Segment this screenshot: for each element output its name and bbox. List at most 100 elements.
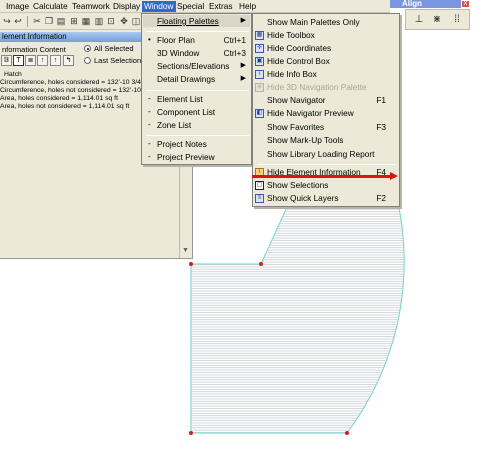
menu-item-label: Project Preview [157,152,215,162]
zoom-fit-icon[interactable]: ⊞ [68,15,80,27]
menu-image[interactable]: Image [4,1,31,12]
shortcut-label: F1 [376,95,386,105]
menu-item-element-list[interactable]: - Element List [143,93,250,105]
menu-display[interactable]: Display [111,1,142,12]
menu-item-detail-drawings[interactable]: Detail Drawings ▶ [143,73,250,85]
menu-item-component-list[interactable]: - Component List [143,106,250,118]
radio-off-icon [84,57,91,64]
menu-item-label: Show Navigator [267,95,326,105]
close-icon[interactable]: x [461,0,470,8]
menu-separator [146,135,249,136]
menu-item-label: Show Favorites [267,122,325,132]
menu-item-zone-list[interactable]: - Zone List [143,119,250,131]
menu-separator [146,90,249,91]
menu-special[interactable]: Special [175,1,206,12]
info-button-1[interactable]: 𝔹 [1,55,12,66]
menu-item-3d-window[interactable]: 3D Window Ctrl+3 [143,47,250,59]
node-point[interactable] [259,262,263,266]
align-distribute-icon[interactable]: ⋇ [430,12,444,28]
control-box-icon: ▣ [255,57,264,66]
menu-item-hide-control-box[interactable]: ▣ Hide Control Box [254,55,398,68]
info-button-4[interactable]: ↑ [37,55,48,66]
undo-icon[interactable]: ↩ [12,15,24,27]
menu-item-label: Show Mark-Up Tools [267,135,344,145]
dash-icon: - [148,107,151,116]
standard-toolbar: ↪ ↩ ✂ ❐ ▤ ⊞ ▦ ▥ ⊡ ✥ ◫ [0,13,145,30]
info-button-2[interactable]: T [13,55,24,66]
paste-icon[interactable]: ▤ [55,15,67,27]
zoom-icon[interactable]: ⊡ [105,15,117,27]
node-point[interactable] [189,262,193,266]
menu-item-hide-navigator-preview[interactable]: ◧ Hide Navigator Preview [254,107,398,120]
info-line: Hatch [4,71,22,78]
dash-icon: - [148,94,151,103]
menu-item-show-markup-tools[interactable]: Show Mark-Up Tools [254,134,398,147]
scroll-down-icon[interactable]: ▼ [182,247,189,254]
info-button-3[interactable]: ≣ [25,55,36,66]
pan-icon[interactable]: ✥ [118,15,130,27]
menu-item-show-main-palettes[interactable]: Show Main Palettes Only [254,16,398,29]
align-toolbar: ⊥ ⋇ ⁞⁞ [405,9,470,30]
toolbar-separator [27,16,28,27]
align-grid-icon[interactable]: ⁞⁞ [450,12,464,28]
radio-all-selected[interactable]: All Selected [84,44,134,53]
menu-item-show-favorites[interactable]: Show Favorites F3 [254,121,398,134]
node-point[interactable] [345,431,349,435]
menu-item-project-notes[interactable]: - Project Notes [143,138,250,150]
align-bottom-icon[interactable]: ⊥ [412,12,426,28]
menu-item-hide-toolbox[interactable]: ▦ Hide Toolbox [254,29,398,42]
menu-teamwork[interactable]: Teamwork [70,1,112,12]
menu-item-label: Hide Toolbox [267,30,315,40]
3d-navigation-icon: ◈ [255,83,264,92]
shortcut-label: Ctrl+1 [223,35,246,45]
menu-item-floating-palettes[interactable]: Floating Palettes ▶ [143,15,250,27]
table-icon[interactable]: ▦ [80,15,92,27]
menu-item-hide-info-box[interactable]: i Hide Info Box [254,68,398,81]
menu-window[interactable]: Window [142,1,176,12]
menu-item-label: Show Main Palettes Only [267,17,360,27]
annotation-underline [252,175,395,178]
menu-item-label: Element List [157,94,203,104]
coordinates-icon: ✛ [255,44,264,53]
info-line: Circumference, holes considered = 132'-1… [0,79,144,86]
menu-item-label: Component List [157,107,216,117]
radio-on-icon [84,45,91,52]
menu-item-label: Zone List [157,120,192,130]
info-button-5[interactable]: ↑ [50,55,61,66]
menu-item-label: Show Library Loading Report [267,149,375,159]
menu-item-show-selections[interactable]: ▢ Show Selections [254,179,398,192]
info-button-6[interactable]: ↰ [63,55,74,66]
menu-item-sections-elevations[interactable]: Sections/Elevations ▶ [143,60,250,72]
dash-icon: - [148,139,151,148]
radio-last-label: Last Selection [94,56,142,65]
shortcut-label: Ctrl+3 [223,48,246,58]
selections-icon: ▢ [255,181,264,190]
window-menu-dropdown: Floating Palettes ▶ • Floor Plan Ctrl+1 … [141,13,252,165]
menu-item-label: Project Notes [157,139,207,149]
menu-separator [146,31,249,32]
menu-calculate[interactable]: Calculate [31,1,70,12]
menu-item-floor-plan[interactable]: • Floor Plan Ctrl+1 [143,34,250,46]
radio-last-selection[interactable]: Last Selection [84,56,141,65]
menu-item-label: Floating Palettes [157,16,219,26]
menu-item-show-library-report[interactable]: Show Library Loading Report [254,148,398,161]
align-palette-title: Align [402,0,422,8]
cut-icon[interactable]: ✂ [31,15,43,27]
menu-item-show-quick-layers[interactable]: ≡ Show Quick Layers F2 [254,192,398,205]
grid-icon[interactable]: ▥ [93,15,105,27]
menu-item-label: Hide Control Box [267,56,330,66]
menu-item-project-preview[interactable]: - Project Preview [143,151,250,163]
menu-item-show-navigator[interactable]: Show Navigator F1 [254,94,398,107]
copy-icon[interactable]: ❐ [43,15,55,27]
submenu-arrow-icon: ▶ [240,17,246,24]
toolbox-icon: ▦ [255,31,264,40]
palette-title[interactable]: lement Information [0,32,142,42]
navigator-preview-icon: ◧ [255,109,264,118]
info-line: Area, holes not considered = 1,114.01 sq… [0,103,130,110]
menu-help[interactable]: Help [237,1,258,12]
menu-extras[interactable]: Extras [207,1,235,12]
menu-item-label: Detail Drawings [157,74,216,84]
node-point[interactable] [189,431,193,435]
shortcut-label: F3 [376,122,386,132]
menu-item-hide-coordinates[interactable]: ✛ Hide Coordinates [254,42,398,55]
